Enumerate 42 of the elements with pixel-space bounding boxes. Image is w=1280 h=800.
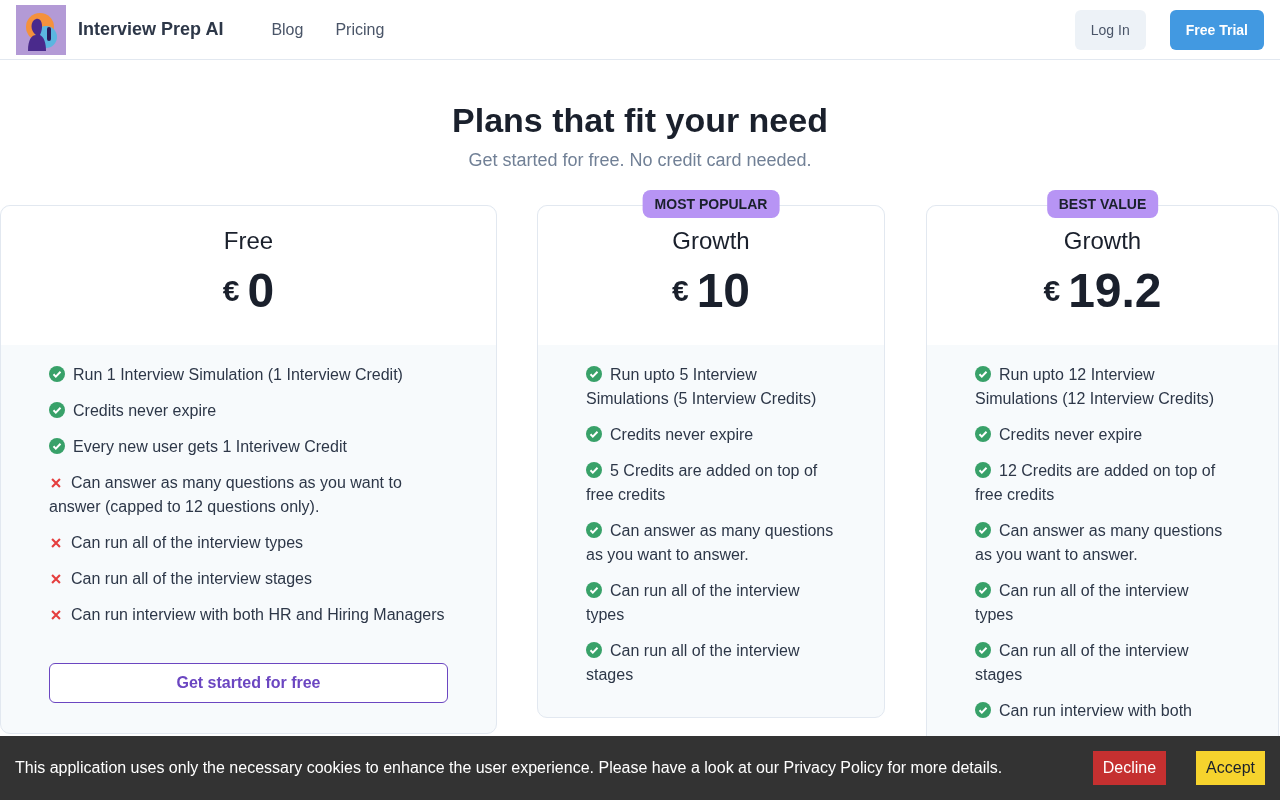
feature-text: Can run all of the interview stages (586, 642, 800, 683)
feature-text: 12 Credits are added on top of free credits (975, 462, 1216, 503)
plan-badge: MOST POPULAR (642, 190, 780, 218)
feature-text: Run upto 5 Interview Simulations (5 Interview Credits) (586, 366, 817, 407)
feature-text: 5 Credits are added on top of free credits (586, 462, 818, 503)
currency-symbol: € (222, 274, 240, 308)
page-subtitle: Get started for free. No credit card needed. (468, 150, 812, 171)
plan-name: Growth (672, 227, 750, 255)
feature-text: Can run all of the interview types (975, 582, 1189, 623)
plan-price: 10 (696, 263, 751, 319)
plan-price: 0 (247, 263, 275, 319)
logo-icon (16, 4, 66, 55)
login-button[interactable]: Log In (1074, 9, 1146, 50)
feature-text: Credits never expire (73, 402, 217, 419)
page-title: Plans that fit your need (452, 100, 828, 140)
feature-text: Run 1 Interview Simulation (1 Interview Credit) (73, 366, 403, 383)
cookie-message: This application uses only the necessary cookies to enhance the user experience. Please have a look at our Privacy Policy for more details. (15, 759, 1003, 777)
feature-text: Can run all of the interview types (71, 534, 304, 551)
plan-badge: BEST VALUE (1046, 190, 1159, 218)
accept-button[interactable]: Accept (1196, 751, 1265, 785)
feature-text: Can run interview with both (999, 702, 1192, 719)
feature-text: Can run all of the interview types (586, 582, 800, 623)
plan-price: 19.2 (1068, 263, 1162, 319)
feature-text: Can answer as many questions as you want to answer (capped to 12 questions only). (49, 474, 402, 515)
brand-name[interactable]: Interview Prep AI (78, 19, 224, 40)
currency-symbol: € (1043, 274, 1061, 308)
feature-text: Can run all of the interview stages (975, 642, 1189, 683)
nav-link[interactable]: Pricing (335, 20, 385, 39)
feature-text: Can answer as many questions as you want to answer. (586, 522, 834, 563)
feature-text: Can answer as many questions as you want to answer. (975, 522, 1223, 563)
decline-button[interactable]: Decline (1092, 751, 1167, 785)
plan-name: Free (223, 227, 274, 255)
feature-text: Can run interview with both HR and Hiring Managers (71, 606, 445, 623)
currency-symbol: € (671, 274, 689, 308)
plan-name: Growth (1063, 227, 1142, 255)
feature-text: Every new user gets 1 Interivew Credit (73, 438, 347, 455)
nav-link[interactable]: Blog (271, 20, 304, 39)
get-started-button[interactable]: Get started for free (49, 663, 448, 703)
feature-text: Run upto 12 Interview Simulations (12 Interview Credits) (975, 366, 1215, 407)
feature-text: Credits never expire (999, 426, 1143, 443)
feature-text: Can run all of the interview stages (71, 570, 312, 587)
feature-text: Credits never expire (610, 426, 754, 443)
